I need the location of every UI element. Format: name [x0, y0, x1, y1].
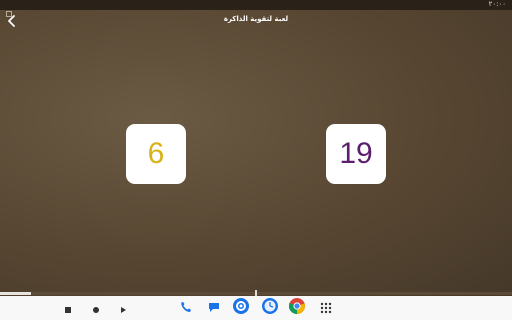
game-screen: ٢٠:٠٠ لعبة لتقوية الذاكرة 6 19 — [0, 0, 512, 296]
number-card-right[interactable]: 19 — [326, 124, 386, 184]
chrome-app-button[interactable] — [288, 298, 305, 318]
settings-icon — [233, 298, 249, 318]
page-title: لعبة لتقوية الذاكرة — [223, 15, 289, 23]
clock-icon — [262, 298, 278, 318]
messages-icon — [207, 299, 221, 318]
messages-app-button[interactable] — [206, 300, 222, 316]
phone-icon — [179, 299, 193, 318]
phone-app-button[interactable] — [178, 300, 194, 316]
status-time: ٢٠:٠٠ — [488, 0, 506, 8]
status-bar: ٢٠:٠٠ — [0, 0, 512, 17]
notification-icon — [6, 2, 12, 17]
stop-icon — [64, 299, 72, 318]
app-drawer-icon — [320, 299, 332, 318]
play-button[interactable] — [115, 300, 131, 316]
record-icon — [92, 299, 100, 318]
clock-app-button[interactable] — [262, 298, 278, 318]
record-button[interactable] — [88, 300, 104, 316]
right-card-value: 19 — [339, 137, 373, 170]
app-drawer-button[interactable] — [318, 300, 334, 316]
top-bar: لعبة لتقوية الذاكرة — [0, 10, 512, 32]
left-card-value: 6 — [147, 137, 165, 170]
play-icon — [119, 299, 127, 318]
settings-app-button[interactable] — [233, 298, 249, 318]
number-card-left[interactable]: 6 — [126, 124, 186, 184]
chrome-icon — [288, 298, 305, 318]
timer-progress-fill — [0, 292, 31, 295]
stop-button[interactable] — [60, 300, 76, 316]
navigation-bar — [0, 296, 512, 320]
